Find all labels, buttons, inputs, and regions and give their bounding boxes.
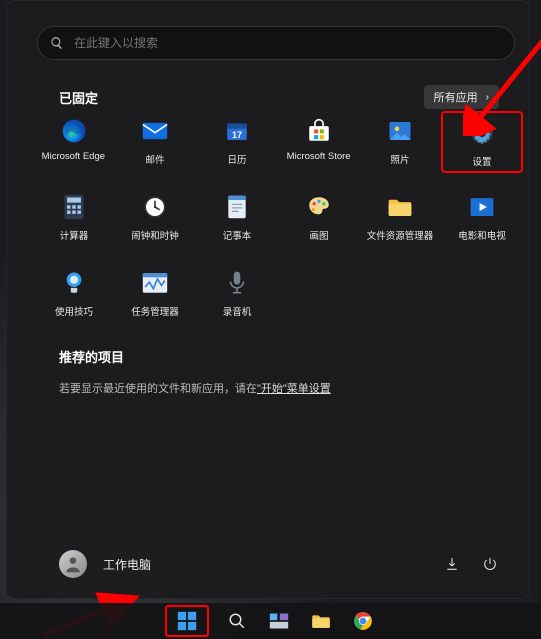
recommended-section: 推荐的项目 若要显示最近使用的文件和新应用，请在"开始"菜单设置 xyxy=(59,347,331,396)
app-label: Microsoft Edge xyxy=(42,151,105,161)
app-label: 任务管理器 xyxy=(132,303,180,317)
app-label: 照片 xyxy=(391,151,410,165)
app-label: 日历 xyxy=(228,151,247,165)
taskbar-explorer[interactable] xyxy=(307,607,335,635)
app-label: 电影和电视 xyxy=(458,227,506,241)
app-movies[interactable]: 电影和电视 xyxy=(441,187,523,249)
recommended-title: 推荐的项目 xyxy=(59,347,331,366)
app-store[interactable]: Microsoft Store xyxy=(278,111,360,173)
chrome-icon xyxy=(353,611,373,631)
user-label: 工作电脑 xyxy=(103,556,151,573)
search-icon xyxy=(50,36,64,50)
app-notepad[interactable]: 记事本 xyxy=(196,187,278,249)
chevron-right-icon: › xyxy=(486,92,489,103)
svg-text:17: 17 xyxy=(232,130,242,140)
app-label: 邮件 xyxy=(146,151,165,165)
paint-icon xyxy=(305,193,333,221)
all-apps-button[interactable]: 所有应用 › xyxy=(424,85,499,109)
pinned-apps-grid: Microsoft Edge 邮件 17 日历 Microsoft Store … xyxy=(33,111,523,325)
app-label: 闹钟和时钟 xyxy=(132,227,180,241)
download-icon[interactable] xyxy=(443,555,461,573)
folder-icon xyxy=(386,193,414,221)
app-photos[interactable]: 照片 xyxy=(360,111,442,173)
app-calculator[interactable]: 计算器 xyxy=(33,187,115,249)
user-avatar[interactable] xyxy=(59,550,87,578)
taskbar-search[interactable] xyxy=(223,607,251,635)
store-icon xyxy=(305,117,333,145)
notepad-icon xyxy=(223,193,251,221)
app-recorder[interactable]: 录音机 xyxy=(196,263,278,325)
app-paint[interactable]: 画图 xyxy=(278,187,360,249)
power-icon[interactable] xyxy=(481,555,499,573)
windows-icon xyxy=(176,610,198,632)
app-edge[interactable]: Microsoft Edge xyxy=(33,111,115,173)
search-box[interactable] xyxy=(37,26,515,60)
app-label: 使用技巧 xyxy=(55,303,93,317)
app-mail[interactable]: 邮件 xyxy=(115,111,197,173)
tips-icon xyxy=(60,269,88,297)
app-calendar[interactable]: 17 日历 xyxy=(196,111,278,173)
mail-icon xyxy=(141,117,169,145)
app-explorer[interactable]: 文件资源管理器 xyxy=(360,187,442,249)
app-clock[interactable]: 闹钟和时钟 xyxy=(115,187,197,249)
taskmgr-icon xyxy=(141,269,169,297)
gear-icon xyxy=(468,119,496,147)
start-button[interactable] xyxy=(165,605,209,637)
start-menu: 已固定 所有应用 › Microsoft Edge 邮件 17 日历 xyxy=(6,0,530,599)
movies-icon xyxy=(468,193,496,221)
user-actions xyxy=(443,555,499,573)
folder-icon xyxy=(311,612,331,630)
search-icon xyxy=(228,612,246,630)
pinned-header: 已固定 所有应用 › xyxy=(59,85,499,109)
app-label: 记事本 xyxy=(223,227,252,241)
app-label: 画图 xyxy=(309,227,328,241)
clock-icon xyxy=(141,193,169,221)
calculator-icon xyxy=(60,193,88,221)
start-settings-link[interactable]: "开始"菜单设置 xyxy=(257,383,331,395)
app-label: 文件资源管理器 xyxy=(367,227,434,241)
recommended-hint: 若要显示最近使用的文件和新应用，请在"开始"菜单设置 xyxy=(59,380,331,396)
photos-icon xyxy=(386,117,414,145)
calendar-icon: 17 xyxy=(223,117,251,145)
taskview-icon xyxy=(269,612,289,630)
edge-icon xyxy=(60,117,88,145)
app-taskmgr[interactable]: 任务管理器 xyxy=(115,263,197,325)
pinned-title: 已固定 xyxy=(59,88,98,107)
app-label: 计算器 xyxy=(60,227,89,241)
search-input[interactable] xyxy=(74,36,502,50)
taskbar xyxy=(0,603,541,639)
microphone-icon xyxy=(223,269,251,297)
taskbar-taskview[interactable] xyxy=(265,607,293,635)
app-label: 设置 xyxy=(473,153,492,167)
app-label: Microsoft Store xyxy=(287,151,351,161)
taskbar-chrome[interactable] xyxy=(349,607,377,635)
all-apps-label: 所有应用 xyxy=(434,89,478,105)
user-row: 工作电脑 xyxy=(59,550,499,578)
app-settings[interactable]: 设置 xyxy=(441,111,523,173)
app-tips[interactable]: 使用技巧 xyxy=(33,263,115,325)
app-label: 录音机 xyxy=(223,303,252,317)
